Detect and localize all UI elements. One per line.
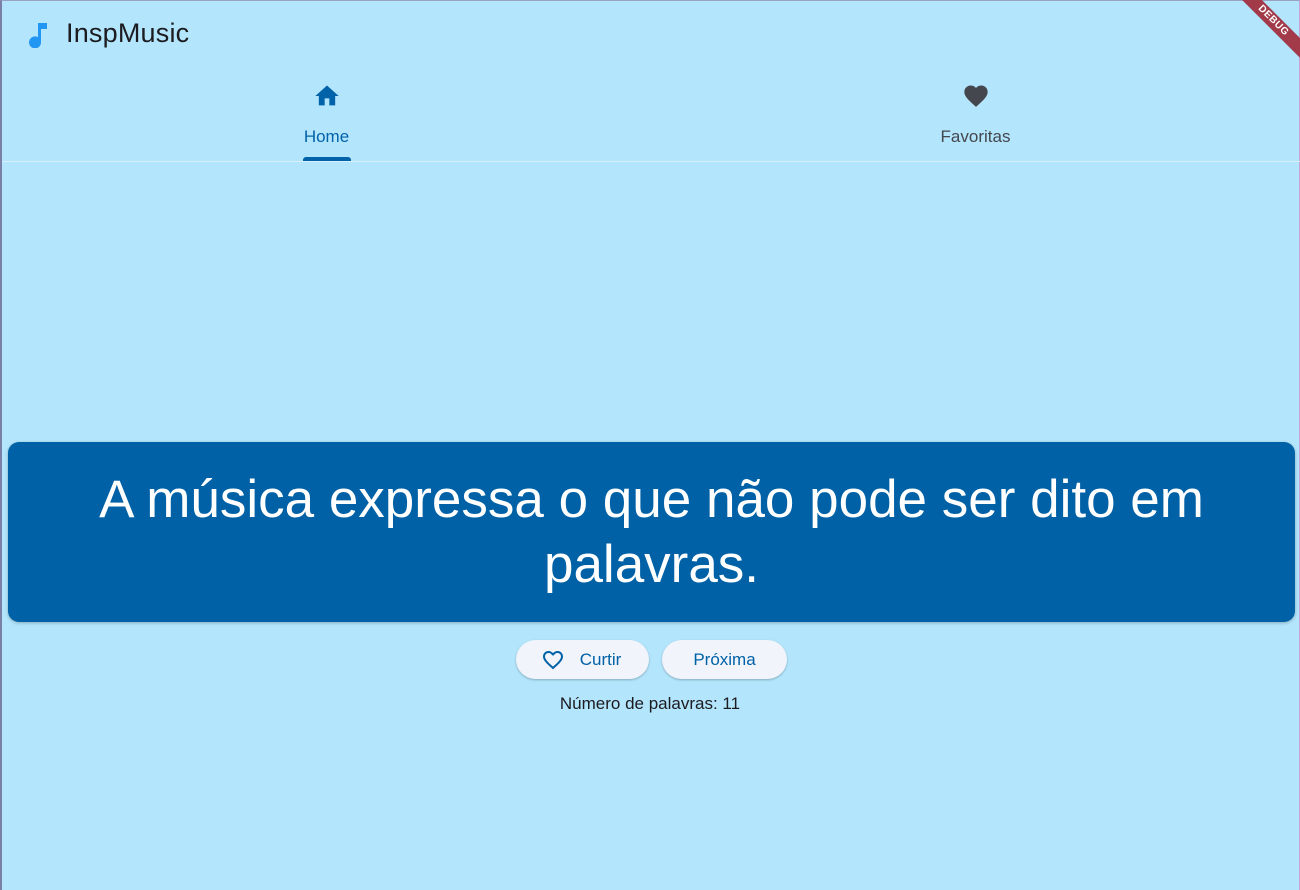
tab-favoritas-label: Favoritas xyxy=(940,127,1011,146)
word-count-text: Número de palavras: 11 xyxy=(559,694,741,713)
next-button-label: Próxima xyxy=(693,649,756,669)
home-icon xyxy=(314,85,339,106)
app-title: InspMusic xyxy=(66,18,190,48)
like-button[interactable]: Curtir xyxy=(516,640,649,679)
next-button[interactable]: Próxima xyxy=(662,640,787,679)
heart-outline-icon xyxy=(542,650,563,669)
tab-favoritas[interactable]: Favoritas xyxy=(651,68,1300,161)
music-note-icon xyxy=(29,23,47,48)
like-button-label: Curtir xyxy=(579,649,622,669)
tab-selected-indicator xyxy=(303,157,351,161)
quote-card: A música expressa o que não pode ser dit… xyxy=(8,442,1295,622)
tab-bar: Home Favoritas xyxy=(2,68,1300,162)
tab-home-label: Home xyxy=(303,127,350,146)
quote-text: A música expressa o que não pode ser dit… xyxy=(99,470,1204,594)
heart-icon xyxy=(963,85,988,107)
tab-home[interactable]: Home xyxy=(2,68,651,161)
app-bar: InspMusic xyxy=(2,0,1300,68)
